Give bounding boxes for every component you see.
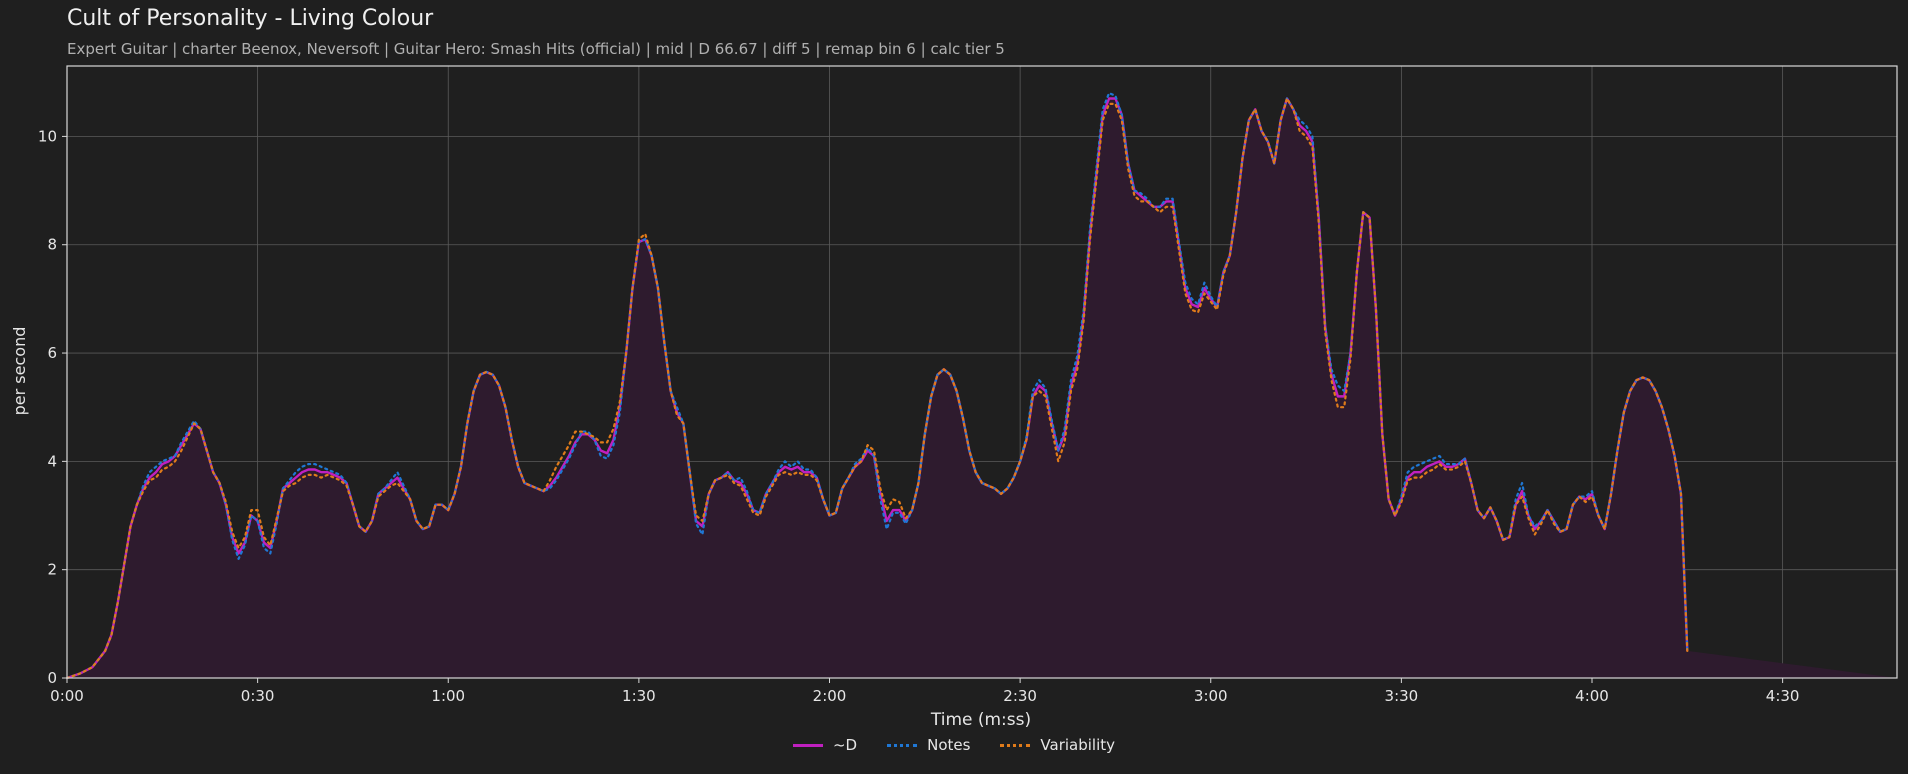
y-tick-label: 6	[47, 344, 57, 362]
x-tick-label: 2:30	[1003, 687, 1037, 705]
legend-item-d: ~D	[792, 736, 858, 754]
x-axis-ticks: 0:00 0:30 1:00 1:30 2:00 2:30 3:00 3:30 4:00 4:30	[50, 678, 1799, 705]
y-tick-label: 4	[47, 452, 57, 470]
x-tick-label: 0:00	[50, 687, 84, 705]
x-tick-label: 4:00	[1575, 687, 1609, 705]
x-axis-label: Time (m:ss)	[930, 710, 1031, 730]
y-tick-label: 0	[47, 669, 57, 687]
legend-label-notes: Notes	[927, 736, 971, 754]
x-tick-label: 0:30	[241, 687, 275, 705]
x-tick-label: 1:30	[622, 687, 656, 705]
legend-swatch-d	[792, 743, 823, 747]
legend-swatch-variability	[1000, 743, 1031, 747]
x-tick-label: 3:00	[1194, 687, 1228, 705]
legend-item-variability: Variability	[1000, 736, 1115, 754]
x-tick-label: 4:30	[1766, 687, 1800, 705]
legend: ~D Notes Variability	[0, 736, 1908, 754]
legend-item-notes: Notes	[887, 736, 970, 754]
legend-swatch-notes	[887, 743, 918, 747]
y-axis-label: per second	[10, 327, 29, 416]
x-tick-label: 2:00	[813, 687, 847, 705]
legend-label-variability: Variability	[1040, 736, 1116, 754]
y-tick-label: 10	[38, 127, 57, 145]
legend-label-d: ~D	[832, 736, 858, 754]
y-tick-label: 8	[47, 236, 57, 254]
x-tick-label: 1:00	[431, 687, 465, 705]
y-tick-label: 2	[47, 561, 57, 579]
x-tick-label: 3:30	[1385, 687, 1419, 705]
area-fill	[67, 98, 1897, 678]
chart-svg: 0:00 0:30 1:00 1:30 2:00 2:30 3:00 3:30 4:00 4:30…	[10, 65, 1898, 730]
area-fill-d	[67, 98, 1897, 678]
y-axis-ticks: 0 2 4 6 8 10	[38, 127, 67, 687]
